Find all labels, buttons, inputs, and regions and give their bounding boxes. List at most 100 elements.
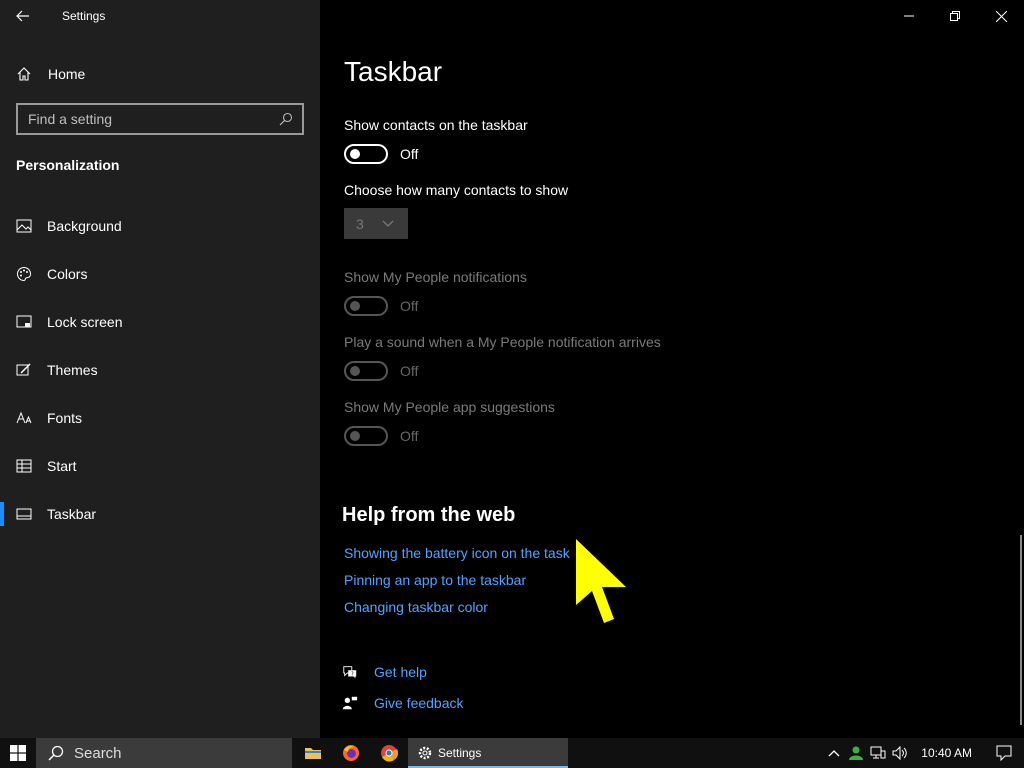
close-button[interactable]	[978, 0, 1024, 32]
sidebar-item-label: Start	[47, 458, 77, 474]
taskbar-clock[interactable]: 10:40 AM	[921, 746, 972, 760]
show-contacts-label: Show contacts on the taskbar	[344, 117, 528, 133]
chat-help-icon: ?	[342, 664, 358, 680]
toggle-state: Off	[400, 298, 419, 314]
sidebar-item-background[interactable]: Background	[0, 202, 320, 250]
page-title: Taskbar	[344, 56, 443, 87]
people-notifications-toggle[interactable]	[344, 296, 388, 316]
tray-network-button[interactable]	[867, 738, 889, 768]
home-nav-item[interactable]: Home	[0, 56, 320, 92]
chevron-down-icon	[382, 220, 394, 227]
palette-icon	[16, 266, 32, 282]
people-sound-label: Play a sound when a My People notificati…	[344, 334, 661, 350]
speaker-icon	[892, 746, 908, 760]
get-help-item[interactable]: ? Get help	[342, 664, 427, 680]
system-tray: 10:40 AM	[823, 738, 1024, 768]
toggle-knob	[350, 301, 360, 311]
sidebar-item-label: Colors	[47, 266, 88, 282]
restore-button[interactable]	[932, 0, 978, 32]
people-icon	[849, 746, 864, 760]
brush-icon	[16, 362, 32, 378]
app-title: Settings	[62, 9, 106, 23]
main-content: Taskbar Show contacts on the taskbar Off…	[320, 0, 1024, 738]
firefox-icon	[343, 745, 359, 761]
windows-logo-icon	[10, 745, 26, 761]
chrome-icon	[381, 745, 398, 762]
feedback-person-icon	[342, 695, 358, 711]
people-suggestions-toggle[interactable]	[344, 426, 388, 446]
network-icon	[870, 746, 886, 759]
home-icon	[16, 66, 32, 82]
sidebar-item-colors[interactable]: Colors	[0, 250, 320, 298]
taskbar-settings-app[interactable]: Settings	[408, 738, 568, 768]
toggle-state: Off	[400, 363, 419, 379]
start-icon	[16, 458, 32, 474]
people-notifications-toggle-row: Off	[344, 296, 418, 316]
people-sound-toggle-row: Off	[344, 361, 418, 381]
toggle-knob	[350, 431, 360, 441]
sidebar-item-start[interactable]: Start	[0, 442, 320, 490]
chevron-up-icon	[828, 750, 840, 757]
give-feedback-link[interactable]: Give feedback	[374, 695, 464, 711]
notification-icon	[996, 745, 1012, 761]
tray-volume-button[interactable]	[889, 738, 911, 768]
find-setting-input[interactable]	[28, 111, 278, 127]
contacts-count-label: Choose how many contacts to show	[344, 182, 569, 198]
minimize-button[interactable]	[886, 0, 932, 32]
home-label: Home	[48, 66, 86, 82]
restore-icon	[950, 11, 960, 21]
taskbar: Search Settings 10:40 AM	[0, 738, 1024, 768]
taskbar-file-explorer[interactable]	[294, 738, 332, 768]
picture-icon	[16, 218, 32, 234]
sidebar-item-taskbar[interactable]: Taskbar	[0, 490, 320, 538]
sidebar-item-themes[interactable]: Themes	[0, 346, 320, 394]
tray-people-button[interactable]	[845, 738, 867, 768]
taskbar-settings-label: Settings	[438, 746, 482, 760]
window-controls	[886, 0, 1024, 32]
help-title: Help from the web	[342, 504, 516, 526]
mouse-cursor-icon	[576, 539, 626, 623]
taskbar-search-label: Search	[74, 744, 122, 762]
action-center-button[interactable]	[984, 738, 1024, 768]
minimize-icon	[904, 15, 914, 17]
toggle-state: Off	[400, 428, 419, 444]
help-link-battery-icon[interactable]: Showing the battery icon on the task	[344, 545, 570, 561]
show-contacts-toggle[interactable]	[344, 144, 388, 164]
find-setting-search-box[interactable]	[16, 103, 304, 135]
search-icon	[48, 745, 64, 761]
get-help-link[interactable]: Get help	[374, 664, 427, 680]
people-notifications-label: Show My People notifications	[344, 269, 527, 285]
taskbar-firefox[interactable]	[332, 738, 370, 768]
people-sound-toggle[interactable]	[344, 361, 388, 381]
toggle-state: Off	[400, 146, 419, 162]
section-title: Personalization	[16, 157, 120, 173]
taskbar-search-box[interactable]: Search	[36, 738, 292, 768]
lock-screen-icon	[16, 314, 32, 330]
sidebar-item-label: Fonts	[47, 410, 83, 426]
give-feedback-item[interactable]: Give feedback	[342, 695, 464, 711]
people-suggestions-label: Show My People app suggestions	[344, 399, 555, 415]
back-button[interactable]	[0, 0, 46, 32]
show-hidden-icons-button[interactable]	[823, 738, 845, 768]
dropdown-value: 3	[356, 215, 364, 232]
help-link-taskbar-color[interactable]: Changing taskbar color	[344, 599, 488, 615]
search-icon[interactable]	[278, 111, 294, 127]
taskbar-chrome[interactable]	[370, 738, 408, 768]
scrollbar[interactable]	[1020, 535, 1022, 725]
contacts-count-dropdown[interactable]: 3	[344, 208, 408, 239]
gear-icon	[418, 746, 432, 760]
sidebar-item-label: Lock screen	[47, 314, 123, 330]
taskbar-icon	[16, 506, 32, 522]
sidebar-item-label: Themes	[47, 362, 98, 378]
personalization-nav: Background Colors Lock screen Themes Fon…	[0, 202, 320, 538]
help-link-pin-app[interactable]: Pinning an app to the taskbar	[344, 572, 526, 588]
sidebar-item-lock-screen[interactable]: Lock screen	[0, 298, 320, 346]
sidebar-item-label: Background	[47, 218, 122, 234]
toggle-knob	[350, 366, 360, 376]
sidebar-item-fonts[interactable]: Fonts	[0, 394, 320, 442]
selection-indicator	[0, 502, 4, 526]
start-button[interactable]	[0, 738, 36, 768]
svg-text:?: ?	[351, 672, 354, 678]
sidebar: Settings Home Personalization Background…	[0, 0, 320, 738]
toggle-knob	[350, 149, 360, 159]
